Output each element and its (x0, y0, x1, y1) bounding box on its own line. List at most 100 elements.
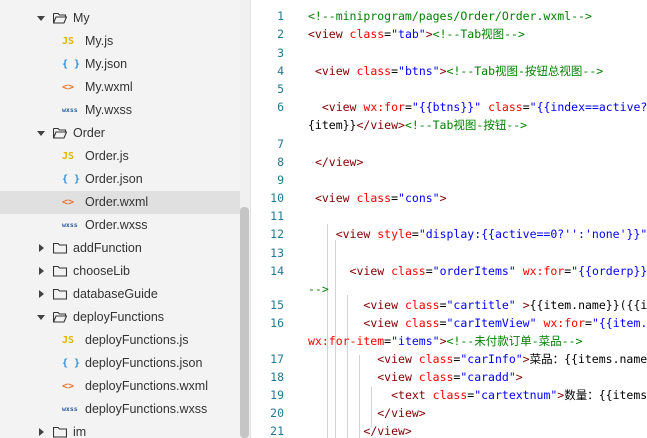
tree-file-row[interactable]: wxss My.wxss (0, 99, 240, 122)
line-number: 7 (277, 137, 284, 151)
folder-icon (53, 242, 67, 254)
wxml-file-icon: <> (62, 82, 75, 93)
tree-item-label: deployFunctions.wxss (85, 402, 208, 416)
code-line[interactable] (308, 45, 647, 61)
tree-file-row[interactable]: <> My.wxml (0, 76, 240, 99)
code-token: > (439, 191, 447, 205)
code-line[interactable]: <view class="orderItems" wx:for="{{order… (308, 263, 647, 279)
line-number: 2 (277, 27, 284, 41)
code-line[interactable]: <view style="display:{{active==0?'':'non… (308, 226, 647, 242)
tree-item-label: Order.json (85, 172, 143, 186)
code-line[interactable]: <view wx:for="{{btns}}" class="{{index==… (308, 99, 647, 115)
code-editor[interactable]: 1 <!--miniprogram/pages/Order/Order.wxml-… (251, 0, 647, 438)
code-line[interactable]: <view class="btns"><!--Tab视图-按钮总视图--> (308, 63, 647, 79)
code-line[interactable] (308, 172, 647, 188)
chevron-down-icon[interactable] (36, 312, 46, 322)
code-line[interactable] (308, 136, 647, 152)
code-token: wx:for-item (308, 334, 385, 348)
code-line[interactable]: <view class="carItemView" wx:for="{{item… (308, 315, 647, 331)
code-line[interactable] (308, 81, 647, 97)
code-token: "{{index==active?'active':''}}" (529, 100, 647, 114)
chevron-right-icon[interactable] (36, 289, 46, 299)
code-token: "{{item.items}}" (591, 316, 647, 330)
tree-item-label: My.json (85, 57, 128, 71)
code-line[interactable]: </view> (308, 405, 647, 421)
tree-file-row[interactable]: JS Order.js (0, 145, 240, 168)
code-token: > (425, 27, 433, 41)
tree-item-label: Order.wxss (85, 218, 148, 232)
tree-folder-row[interactable]: im (0, 421, 240, 438)
tree-file-row[interactable]: { } My.json (0, 53, 240, 76)
code-line[interactable] (308, 208, 647, 224)
code-token: "items" (391, 334, 440, 348)
code-token: <view (377, 352, 419, 366)
tree-file-row[interactable]: JS My.js (0, 30, 240, 53)
code-token: <view (314, 64, 357, 78)
tree-file-row[interactable]: wxss Order.wxss (0, 214, 240, 237)
line-number: 4 (277, 64, 284, 78)
tree-item-label: chooseLib (73, 264, 130, 278)
code-token: = (439, 316, 447, 330)
tree-file-row[interactable]: { } deployFunctions.json (0, 352, 240, 375)
js-file-icon: JS (62, 36, 75, 47)
tree-folder-row[interactable]: My (0, 7, 240, 30)
chevron-down-icon[interactable] (36, 128, 46, 138)
code-token: "cons" (398, 191, 440, 205)
code-line[interactable]: </view> (308, 154, 647, 170)
code-line[interactable]: </view> (308, 423, 647, 438)
code-token: class (404, 316, 440, 330)
code-token: <text (391, 388, 433, 402)
tree-file-row[interactable]: <> Order.wxml (0, 191, 240, 214)
tree-folder-row[interactable]: chooseLib (0, 260, 240, 283)
chevron-down-icon[interactable] (36, 13, 46, 23)
chevron-right-icon[interactable] (36, 266, 46, 276)
tree-folder-row[interactable]: addFunction (0, 237, 240, 260)
code-token: </view> (377, 406, 426, 420)
code-token: "cartextnum" (474, 388, 558, 402)
code-token: </view> (314, 155, 364, 169)
tree-folder-row[interactable]: databaseGuide (0, 283, 240, 306)
code-line[interactable]: <view class="caradd"> (308, 369, 647, 385)
tree-file-row[interactable]: wxss deployFunctions.wxss (0, 398, 240, 421)
chevron-right-icon[interactable] (36, 427, 46, 437)
code-line[interactable]: <view class="tab"><!--Tab视图--> (308, 26, 647, 42)
chevron-right-icon[interactable] (36, 243, 46, 253)
code-token: = (411, 227, 419, 241)
code-token: {item}} (308, 118, 357, 132)
code-token: = (585, 316, 592, 330)
code-line[interactable]: {item}}</view><!--Tab视图-按钮--> (308, 117, 647, 133)
tree-file-row[interactable]: JS deployFunctions.js (0, 329, 240, 352)
wxml-file-icon: <> (62, 381, 75, 392)
code-line[interactable] (308, 245, 647, 261)
code-line[interactable]: wx:for-item="items"><!--未付款订单-菜品--> (308, 333, 647, 349)
code-token: class (418, 352, 454, 366)
explorer-scrollbar-thumb[interactable] (240, 207, 249, 438)
code-line[interactable]: --> (308, 281, 647, 297)
code-line[interactable]: <view class="cartitle" >{{item.name}}({{… (308, 297, 647, 313)
code-token: class (432, 388, 468, 402)
tree-file-row[interactable]: <> deployFunctions.wxml (0, 375, 240, 398)
line-number: 16 (270, 316, 284, 330)
tree-item-label: im (73, 425, 87, 438)
tree-folder-row[interactable]: Order (0, 122, 240, 145)
code-line[interactable]: <!--miniprogram/pages/Order/Order.wxml--… (308, 8, 647, 24)
code-token: </view> (356, 118, 405, 132)
code-line[interactable]: <view class="carInfo">菜品：{{items.name}}<… (308, 351, 647, 367)
folder-icon (53, 265, 67, 277)
code-token: > (515, 370, 523, 384)
tree-file-row[interactable]: { } Order.json (0, 168, 240, 191)
wxml-file-icon: <> (62, 197, 75, 208)
tree-item-label: deployFunctions.wxml (85, 379, 208, 393)
json-file-icon: { } (62, 174, 81, 185)
code-token: <!--Tab视图-按钮--> (404, 118, 528, 132)
tree-item-label: My.js (85, 34, 114, 48)
tree-item-label: Order.js (85, 149, 129, 163)
code-line[interactable]: <text class="cartextnum">数量：{{items.num}… (308, 387, 647, 403)
code-token: 数量：{{items.num}} (564, 388, 647, 402)
tree-folder-row[interactable]: deployFunctions (0, 306, 240, 329)
code-line[interactable]: <view class="cons"> (308, 190, 647, 206)
